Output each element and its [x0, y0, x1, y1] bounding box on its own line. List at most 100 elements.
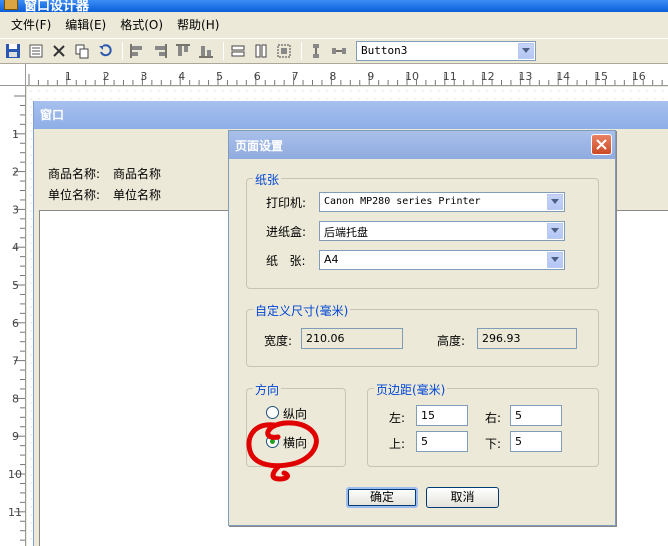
field-label-unit[interactable]: 单位名称: [48, 186, 100, 203]
ruler-label: 5 [12, 279, 19, 292]
control-select[interactable]: Button3 [356, 41, 536, 61]
toolbar: Button3 [0, 38, 668, 64]
printer-label: 打印机: [266, 196, 307, 210]
chevron-down-icon[interactable] [518, 43, 534, 59]
align-bottom-icon[interactable] [196, 41, 216, 61]
landscape-radio[interactable] [266, 435, 279, 448]
toolbar-separator [122, 42, 123, 60]
undo-icon[interactable] [95, 41, 115, 61]
menu-format[interactable]: 格式(O) [113, 15, 170, 35]
menu-help[interactable]: 帮助(H) [170, 15, 226, 35]
ruler-label: 14 [556, 70, 570, 83]
ruler-label: 5 [216, 70, 223, 83]
horizontal-ruler-ticks: 1 2 3 4 5 6 7 8 9 10 11 12 13 14 15 16 [28, 70, 663, 85]
ruler-label: 11 [8, 506, 22, 519]
ruler-label: 9 [367, 70, 374, 83]
properties-icon[interactable] [26, 41, 46, 61]
custom-size-group: 自定义尺寸(毫米) 宽度: 210.06 高度: 296.93 [246, 302, 599, 367]
field-value-product[interactable]: 商品名称 [113, 165, 161, 182]
align-top-icon[interactable] [173, 41, 193, 61]
toolbar-separator [223, 42, 224, 60]
custom-size-group-title: 自定义尺寸(毫米) [253, 302, 351, 319]
ruler-label: 16 [632, 70, 646, 83]
tray-select-value: 后端托盘 [324, 226, 368, 239]
app-icon [4, 0, 18, 10]
top-margin-input[interactable]: 5 [416, 431, 468, 452]
portrait-radio[interactable] [266, 406, 279, 419]
height-label: 高度: [437, 334, 466, 348]
right-margin-value: 5 [515, 409, 522, 422]
menu-file[interactable]: 文件(F) [4, 15, 58, 35]
ruler-label: 8 [329, 70, 336, 83]
ok-button[interactable]: 确定 [346, 487, 418, 508]
bottom-margin-input[interactable]: 5 [510, 431, 562, 452]
ruler-label: 10 [8, 468, 22, 481]
printer-select[interactable]: Canon MP280 series Printer [319, 192, 565, 212]
width-value: 210.06 [306, 332, 345, 345]
menu-edit[interactable]: 编辑(E) [58, 15, 113, 35]
ruler-label: 4 [12, 241, 19, 254]
chevron-down-icon[interactable] [547, 194, 563, 210]
ruler-label: 7 [292, 70, 299, 83]
bottom-margin-label: 下: [485, 437, 502, 451]
top-margin-label: 上: [389, 437, 406, 451]
width-field: 210.06 [301, 328, 403, 349]
save-icon[interactable] [3, 41, 23, 61]
align-right-icon[interactable] [150, 41, 170, 61]
ruler-label: 13 [518, 70, 532, 83]
delete-icon[interactable] [49, 41, 69, 61]
vertical-spacing-icon[interactable] [306, 41, 326, 61]
bottom-margin-value: 5 [515, 435, 522, 448]
dialog-title-bar[interactable]: 页面设置 [229, 131, 615, 159]
ruler-label: 15 [594, 70, 608, 83]
ruler-label: 7 [12, 355, 19, 368]
ruler-label: 3 [12, 203, 19, 216]
horizontal-ruler: 1 2 3 4 5 6 7 8 9 10 11 12 13 14 15 16 [26, 64, 668, 86]
left-margin-input[interactable]: 15 [416, 405, 468, 426]
margins-group: 页边距(毫米) 左: 15 右: 5 上: 5 下: 5 [367, 381, 599, 467]
window-title: 窗口设计器 [24, 0, 90, 12]
paper-size-select[interactable]: A4 [319, 250, 565, 270]
ruler-label: 2 [103, 70, 110, 83]
toolbar-separator [301, 42, 302, 60]
tray-select[interactable]: 后端托盘 [319, 221, 565, 241]
field-label-product[interactable]: 商品名称: [48, 165, 100, 182]
right-margin-input[interactable]: 5 [510, 405, 562, 426]
ruler-label: 6 [12, 317, 19, 330]
ruler-label: 8 [12, 392, 19, 405]
chevron-down-icon[interactable] [547, 223, 563, 239]
left-margin-label: 左: [389, 411, 406, 425]
landscape-label[interactable]: 横向 [283, 434, 307, 451]
horizontal-spacing-icon[interactable] [329, 41, 349, 61]
menu-bar: 文件(F) 编辑(E) 格式(O) 帮助(H) [0, 12, 668, 38]
design-window-title: 窗口 [34, 101, 668, 129]
ruler-label: 10 [405, 70, 419, 83]
close-icon[interactable] [591, 134, 612, 155]
height-value: 296.93 [482, 332, 521, 345]
margins-group-title: 页边距(毫米) [374, 381, 448, 398]
left-margin-value: 15 [421, 409, 435, 422]
cancel-button[interactable]: 取消 [426, 487, 499, 508]
title-bar: 窗口设计器 [0, 0, 668, 12]
tray-label: 进纸盒: [266, 225, 307, 239]
chevron-down-icon[interactable] [547, 252, 563, 268]
radio-selected-dot [270, 439, 275, 444]
ruler-label: 2 [12, 166, 19, 179]
vertical-ruler: 1 2 3 4 5 6 7 8 9 10 11 [0, 86, 26, 546]
ruler-label: 6 [254, 70, 261, 83]
field-value-unit[interactable]: 单位名称 [113, 186, 161, 203]
copy-icon[interactable] [72, 41, 92, 61]
ruler-label: 3 [140, 70, 147, 83]
paper-group-title: 纸张 [253, 171, 282, 188]
portrait-label[interactable]: 纵向 [283, 405, 307, 422]
ruler-label: 1 [12, 128, 19, 141]
same-size-icon[interactable] [274, 41, 294, 61]
right-margin-label: 右: [485, 411, 502, 425]
paper-size-label: 纸 张: [266, 254, 306, 268]
same-height-icon[interactable] [251, 41, 271, 61]
width-label: 宽度: [264, 334, 293, 348]
align-left-icon[interactable] [127, 41, 147, 61]
vertical-ruler-ticks: 1 2 3 4 5 6 7 8 9 10 11 [8, 95, 25, 541]
ruler-label: 4 [178, 70, 185, 83]
same-width-icon[interactable] [228, 41, 248, 61]
